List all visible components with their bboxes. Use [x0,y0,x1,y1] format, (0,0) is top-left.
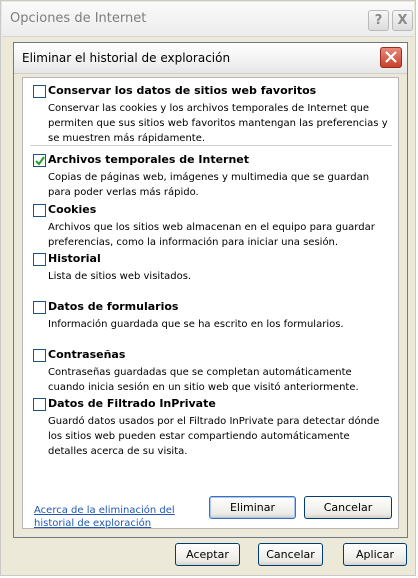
option-description: Contraseñas guardadas que se completan a… [48,367,359,393]
option-description: Información guardada que se ha escrito e… [48,319,344,330]
dialog-title-bar: Eliminar el historial de exploración [14,43,407,74]
option-keep-favorites: Conservar los datos de sitios web favori… [33,84,393,146]
option-form-data: Datos de formularios Información guardad… [33,300,393,332]
option-history: Historial Lista de sitios web visitados. [33,252,393,284]
dialog-close-button[interactable] [380,47,402,68]
dialog-cancel-button[interactable]: Cancelar [304,496,392,519]
option-description: Copias de páginas web, imágenes y multim… [48,172,370,198]
accept-button[interactable]: Aceptar [175,543,240,566]
help-button[interactable]: ? [368,10,389,31]
separator [30,145,392,146]
outer-title-bar: Opciones de Internet ? X [2,2,414,37]
outer-window-title: Opciones de Internet [10,11,147,26]
outer-close-button[interactable]: X [392,10,413,31]
option-cookies: Cookies Archivos que los sitios web alma… [33,203,393,250]
option-passwords: Contraseñas Contraseñas guardadas que se… [33,348,393,395]
dialog-title: Eliminar el historial de exploración [22,51,231,65]
delete-history-dialog: Eliminar el historial de exploración Con… [13,42,408,538]
checkbox-passwords[interactable] [33,349,46,362]
about-deletion-link[interactable]: Acerca de la eliminación del historial d… [34,504,184,530]
options-panel: Conservar los datos de sitios web favori… [22,77,399,529]
checkbox-inprivate-filtering[interactable] [33,398,46,411]
outer-cancel-button[interactable]: Cancelar [258,543,323,566]
option-temp-files: Archivos temporales de Internet Copias d… [33,153,393,200]
option-description: Guardó datos usados por el Filtrado InPr… [48,416,380,457]
checkbox-keep-favorites[interactable] [33,85,46,98]
option-description: Lista de sitios web visitados. [48,271,192,282]
checkbox-temp-files[interactable] [33,154,46,167]
option-label: Conservar los datos de sitios web favori… [48,84,317,97]
option-label: Contraseñas [48,348,126,361]
apply-button[interactable]: Aplicar [343,543,407,566]
checkbox-history[interactable] [33,253,46,266]
option-label: Cookies [48,203,97,216]
option-description: Archivos que los sitios web almacenan en… [48,222,375,248]
close-icon [385,51,397,63]
checkmark-icon [35,156,45,166]
option-inprivate-filtering: Datos de Filtrado InPrivate Guardó datos… [33,397,393,459]
delete-button[interactable]: Eliminar [209,496,296,519]
option-description: Conservar las cookies y los archivos tem… [48,103,388,144]
internet-options-window: Opciones de Internet ? X Eliminar el his… [0,0,416,576]
option-label: Datos de Filtrado InPrivate [48,397,216,410]
checkbox-cookies[interactable] [33,204,46,217]
option-label: Datos de formularios [48,300,179,313]
option-label: Archivos temporales de Internet [48,153,250,166]
checkbox-form-data[interactable] [33,301,46,314]
option-label: Historial [48,252,101,265]
